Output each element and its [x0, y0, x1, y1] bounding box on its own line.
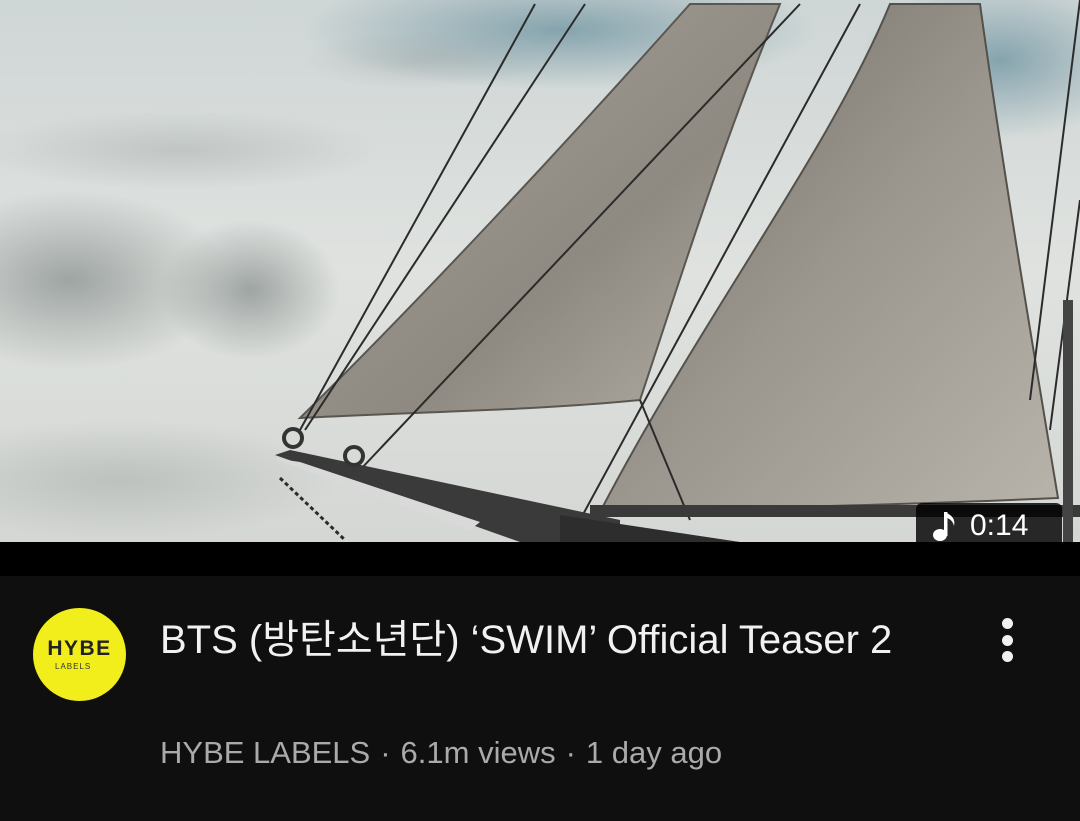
more-options-button[interactable]: [985, 614, 1029, 666]
sailboat-image: [0, 0, 1080, 542]
channel-name[interactable]: HYBE LABELS: [160, 735, 370, 770]
separator: ·: [380, 735, 391, 770]
duration-text: 0:14: [970, 509, 1029, 542]
more-vertical-icon-dot: [1001, 651, 1013, 662]
more-vertical-icon: [1001, 618, 1013, 629]
avatar-logo-subtext: LABELS: [55, 662, 92, 671]
video-metadata: HYBE LABELS · 6.1m views · 1 day ago: [160, 735, 722, 771]
duration-badge: 0:14: [916, 503, 1062, 549]
music-note-icon: [933, 512, 955, 541]
more-vertical-icon-dot: [1001, 634, 1013, 646]
upload-age: 1 day ago: [585, 735, 723, 770]
avatar-logo-text: HYBE: [47, 637, 112, 660]
channel-avatar[interactable]: HYBE LABELS: [33, 608, 126, 701]
video-title[interactable]: BTS (방탄소년단) ‘SWIM’ Official Teaser 2: [160, 612, 900, 668]
view-count: 6.1m views: [400, 735, 556, 770]
video-thumbnail[interactable]: [0, 0, 1080, 542]
separator: ·: [565, 735, 576, 770]
